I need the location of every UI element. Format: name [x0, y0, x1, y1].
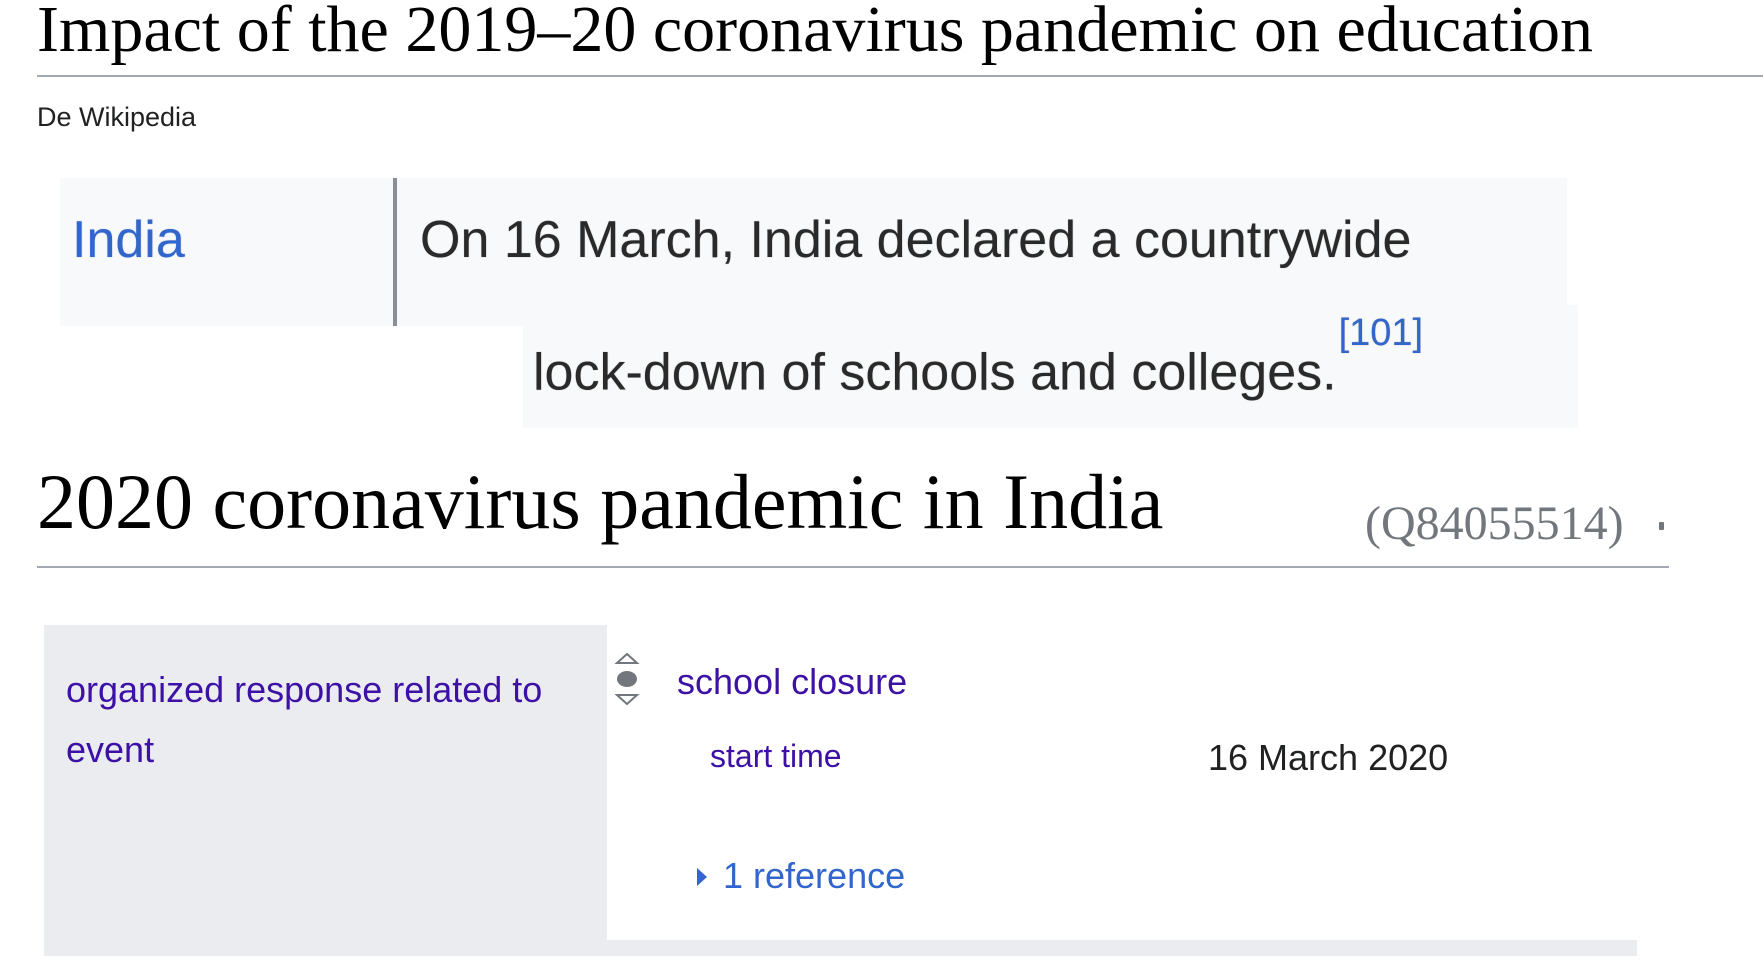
article-title: Impact of the 2019–20 coronavirus pandem…	[37, 0, 1594, 66]
wikidata-item-id: (Q84055514)	[1365, 497, 1624, 550]
qualifier-property-link[interactable]: start time	[710, 736, 842, 776]
normal-rank-icon[interactable]	[614, 650, 640, 708]
references-toggle-label: 1 reference	[723, 855, 906, 896]
wikidata-item-id-dot	[1659, 522, 1664, 530]
citation-link[interactable]: [101]	[1339, 312, 1424, 354]
wikidata-item-label: 2020 coronavirus pandemic in India	[37, 458, 1164, 545]
statement-property-link[interactable]: organized response related to event	[66, 660, 586, 780]
triangle-right-icon	[697, 868, 707, 886]
references-toggle[interactable]: 1 reference	[697, 854, 905, 898]
article-source: De Wikipedia	[37, 102, 197, 132]
quote-text-line-2-text: lock-down of schools and colleges.	[533, 343, 1337, 402]
title-divider	[37, 75, 1763, 77]
quote-text-line-2: lock-down of schools and colleges.[101]	[533, 312, 1423, 402]
country-link-india[interactable]: India	[72, 210, 185, 270]
quote-cell-divider	[393, 178, 397, 326]
wikidata-title-divider	[37, 566, 1669, 568]
statement-value-link[interactable]: school closure	[677, 660, 907, 704]
qualifier-value: 16 March 2020	[1208, 737, 1449, 778]
quote-text-line-1: On 16 March, India declared a countrywid…	[420, 211, 1412, 269]
